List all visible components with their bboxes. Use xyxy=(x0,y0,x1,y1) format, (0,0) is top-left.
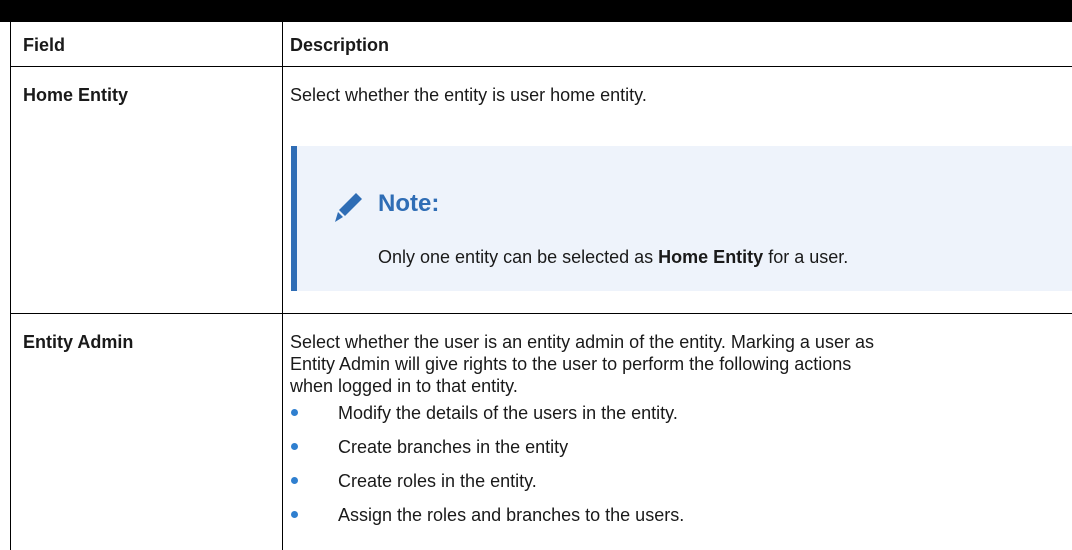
note-box: Note: Only one entity can be selected as… xyxy=(291,146,1072,291)
header-row-bottom-border xyxy=(10,66,1072,67)
description-entity-admin-line-3: when logged in to that entity. xyxy=(290,376,518,396)
description-entity-admin-line-2: Entity Admin will give rights to the use… xyxy=(290,354,852,374)
row-divider xyxy=(10,313,1072,314)
description-entity-admin-line-1: Select whether the user is an entity adm… xyxy=(290,332,874,352)
bullet-dot xyxy=(291,477,298,484)
note-text: Only one entity can be selected as Home … xyxy=(378,246,848,268)
bullet-item: Modify the details of the users in the e… xyxy=(338,403,678,423)
table-left-border xyxy=(10,22,11,550)
column-divider xyxy=(282,22,283,550)
note-title: Note: xyxy=(378,190,440,217)
note-text-before: Only one entity can be selected as xyxy=(378,247,659,267)
bullet-dot xyxy=(291,511,298,518)
column-header-description: Description xyxy=(290,35,390,55)
field-home-entity: Home Entity xyxy=(23,85,129,105)
bullet-item: Assign the roles and branches to the use… xyxy=(338,505,685,525)
description-home-entity: Select whether the entity is user home e… xyxy=(290,85,647,105)
note-text-after: for a user. xyxy=(763,247,849,267)
bullet-dot xyxy=(291,443,298,450)
column-header-field: Field xyxy=(23,35,66,55)
bullet-item: Create roles in the entity. xyxy=(338,471,537,491)
pencil-icon xyxy=(335,193,362,222)
bullet-item: Create branches in the entity xyxy=(338,437,569,457)
field-entity-admin: Entity Admin xyxy=(23,332,134,352)
note-text-bold: Home Entity xyxy=(658,247,764,267)
bullet-dot xyxy=(291,409,298,416)
top-border-bar xyxy=(0,0,1072,22)
